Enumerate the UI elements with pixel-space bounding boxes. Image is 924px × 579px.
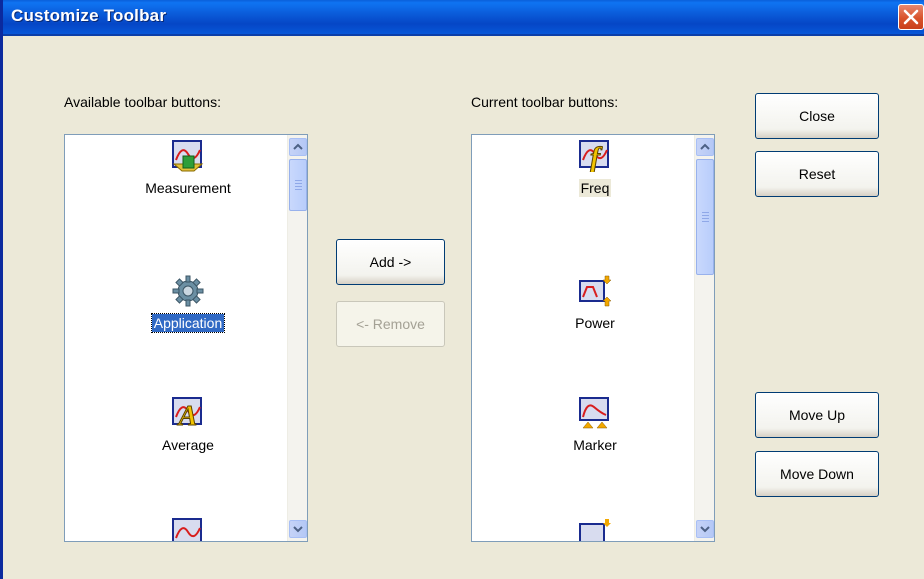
remove-button[interactable]: <- Remove <box>336 301 445 347</box>
reset-button-label: Reset <box>798 166 836 182</box>
freq-icon: f <box>579 140 609 172</box>
svg-text:A: A <box>177 401 198 429</box>
current-list-label: Current toolbar buttons: <box>471 94 619 110</box>
list-item-measurement[interactable]: Measurement <box>93 140 283 197</box>
add-button-label: Add -> <box>369 254 412 270</box>
chevron-down-icon <box>700 526 710 533</box>
customize-toolbar-dialog: Customize Toolbar Available toolbar butt… <box>0 0 924 579</box>
average-icon: A <box>172 397 202 429</box>
add-button[interactable]: Add -> <box>336 239 445 285</box>
power-icon <box>579 275 611 307</box>
scroll-thumb[interactable] <box>289 159 307 211</box>
close-button-label: Close <box>799 108 835 124</box>
close-window-button[interactable] <box>898 4 924 30</box>
chevron-up-icon <box>293 143 303 150</box>
close-button[interactable]: Close <box>755 93 879 139</box>
gear-icon <box>172 275 204 307</box>
list-item-application[interactable]: Application <box>93 275 283 333</box>
move-down-button-label: Move Down <box>780 466 854 482</box>
title-bar[interactable]: Customize Toolbar <box>3 0 924 36</box>
current-list-scrollbar[interactable] <box>694 135 714 541</box>
remove-button-label: <- Remove <box>356 316 425 332</box>
available-list-label: Available toolbar buttons: <box>64 94 221 110</box>
dialog-title: Customize Toolbar <box>11 6 167 25</box>
list-item-partial[interactable] <box>93 518 283 541</box>
list-item-power[interactable]: Power <box>500 275 690 332</box>
marker-icon <box>579 397 609 429</box>
measurement-icon <box>172 140 204 172</box>
list-item-freq[interactable]: f Freq <box>500 140 690 197</box>
list-item-label: Marker <box>573 437 617 453</box>
scroll-up-button[interactable] <box>696 138 714 156</box>
move-up-button-label: Move Up <box>788 407 846 423</box>
list-item-label: Average <box>162 437 214 453</box>
scroll-down-button[interactable] <box>696 520 714 538</box>
close-icon <box>903 9 919 25</box>
current-buttons-list[interactable]: f Freq Power Marker <box>471 134 715 542</box>
available-buttons-list[interactable]: Measurement Application A Average <box>64 134 308 542</box>
scroll-up-button[interactable] <box>289 138 307 156</box>
move-up-button[interactable]: Move Up <box>755 392 879 438</box>
list-item-label: Measurement <box>145 180 231 196</box>
chevron-up-icon <box>700 143 710 150</box>
trace-icon <box>172 518 202 541</box>
list-item-marker[interactable]: Marker <box>500 397 690 454</box>
move-down-button[interactable]: Move Down <box>755 451 879 497</box>
scroll-down-button[interactable] <box>289 520 307 538</box>
list-item-label: Application <box>150 313 226 333</box>
trace-icon <box>579 519 611 541</box>
list-item-label: Power <box>575 315 615 331</box>
list-item-label: Freq <box>578 179 612 197</box>
list-item-partial[interactable] <box>500 518 690 541</box>
reset-button[interactable]: Reset <box>755 151 879 197</box>
chevron-down-icon <box>293 526 303 533</box>
available-list-scrollbar[interactable] <box>287 135 307 541</box>
list-item-average[interactable]: A Average <box>93 397 283 454</box>
scroll-thumb[interactable] <box>696 159 714 275</box>
